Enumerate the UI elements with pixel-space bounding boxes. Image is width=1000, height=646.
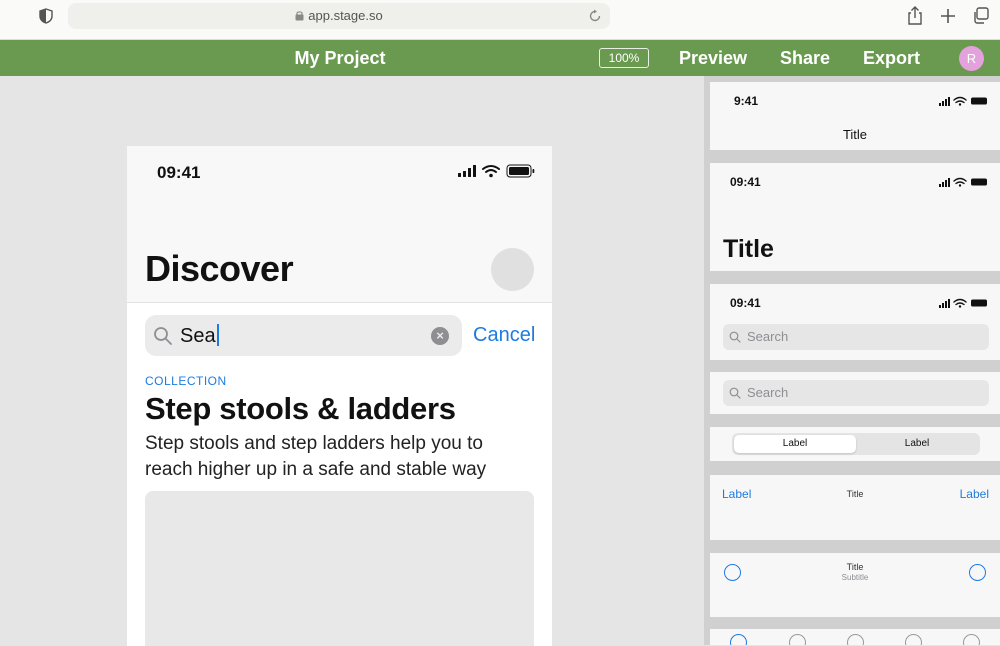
circle-icon[interactable] (969, 564, 986, 581)
share-icon[interactable] (906, 6, 924, 26)
toolbar-component[interactable]: Label Title Label (710, 475, 1000, 540)
collection-label: COLLECTION (145, 374, 227, 388)
tab-circle-icon[interactable] (789, 634, 806, 645)
search-icon (729, 387, 741, 399)
share-button[interactable]: Share (780, 40, 830, 76)
status-icons (939, 298, 987, 308)
app-header: My Project 100% Preview Share Export R (0, 40, 1000, 76)
lock-icon (295, 11, 304, 21)
design-canvas[interactable]: 09:41 Discover Sea × Cancel COLLECTION S… (0, 76, 704, 646)
component-library: 9:41 Title 09:41 Title 09:41 Search Sear… (704, 76, 1000, 645)
card-title: Title (846, 562, 864, 572)
collection-title: Step stools & ladders (145, 391, 456, 426)
search-value: Sea (180, 325, 216, 347)
large-title: Title (723, 235, 774, 263)
user-avatar[interactable]: R (959, 46, 984, 71)
search-bar-component[interactable]: Search (710, 372, 1000, 414)
segment-item[interactable]: Label (856, 435, 978, 453)
page-title: Discover (145, 248, 294, 289)
segmented-control-component[interactable]: Label Label (710, 427, 1000, 461)
large-title-component[interactable]: 09:41 Title (710, 163, 1000, 271)
tab-circle-icon[interactable] (905, 634, 922, 645)
preview-button[interactable]: Preview (679, 40, 747, 76)
zoom-level[interactable]: 100% (599, 48, 649, 68)
segmented-control[interactable]: Label Label (732, 433, 980, 455)
search-placeholder: Search (747, 385, 789, 400)
card-subtitle: Subtitle (841, 573, 869, 582)
search-icon (729, 331, 741, 343)
status-time: 09:41 (730, 296, 761, 310)
clear-icon[interactable]: × (431, 327, 449, 345)
project-title[interactable]: My Project (260, 40, 420, 76)
status-icons (939, 177, 987, 187)
shield-icon[interactable] (39, 8, 53, 24)
tab-circle-icon[interactable] (730, 634, 747, 645)
segment-item[interactable]: Label (734, 435, 856, 453)
status-time: 09:41 (157, 163, 201, 182)
reload-icon[interactable] (588, 9, 602, 23)
tab-circle-icon[interactable] (847, 634, 864, 645)
collection-image-placeholder (145, 491, 534, 646)
browser-toolbar: app.stage.so (0, 0, 1000, 40)
status-time: 9:41 (734, 94, 759, 108)
search-icon (154, 327, 172, 345)
wifi-icon (482, 165, 500, 173)
signal-icon (458, 165, 476, 177)
cancel-button[interactable]: Cancel (473, 324, 535, 347)
phone-header: 09:41 Discover (127, 146, 552, 303)
search-field[interactable]: Search (723, 380, 989, 406)
tabs-icon[interactable] (972, 6, 990, 26)
status-time: 09:41 (730, 175, 761, 189)
search-bar-status-component[interactable]: 09:41 Search (710, 284, 1000, 360)
search-field[interactable]: Search (723, 324, 989, 350)
tab-bar-component[interactable] (710, 629, 1000, 645)
search-placeholder: Search (747, 329, 789, 344)
status-icons (458, 164, 535, 178)
title-subtitle-component[interactable]: Title Subtitle (710, 553, 1000, 617)
export-button[interactable]: Export (863, 40, 920, 76)
phone-artboard[interactable]: 09:41 Discover Sea × Cancel COLLECTION S… (127, 146, 552, 646)
battery-icon (506, 164, 535, 178)
status-icons (939, 96, 987, 106)
nav-title: Title (842, 127, 868, 142)
avatar[interactable] (491, 248, 534, 291)
search-input[interactable]: Sea × (145, 315, 462, 356)
toolbar-title: Title (846, 489, 864, 499)
address-bar[interactable]: app.stage.so (68, 3, 610, 29)
nav-bar-component[interactable]: 9:41 Title (710, 82, 1000, 150)
url-text: app.stage.so (308, 8, 383, 23)
tab-circle-icon[interactable] (963, 634, 980, 645)
text-caret (216, 324, 219, 346)
collection-description: Step stools and step ladders help you to… (145, 433, 487, 480)
new-tab-icon[interactable] (939, 6, 957, 26)
toolbar-right-link[interactable]: Label (960, 487, 989, 501)
